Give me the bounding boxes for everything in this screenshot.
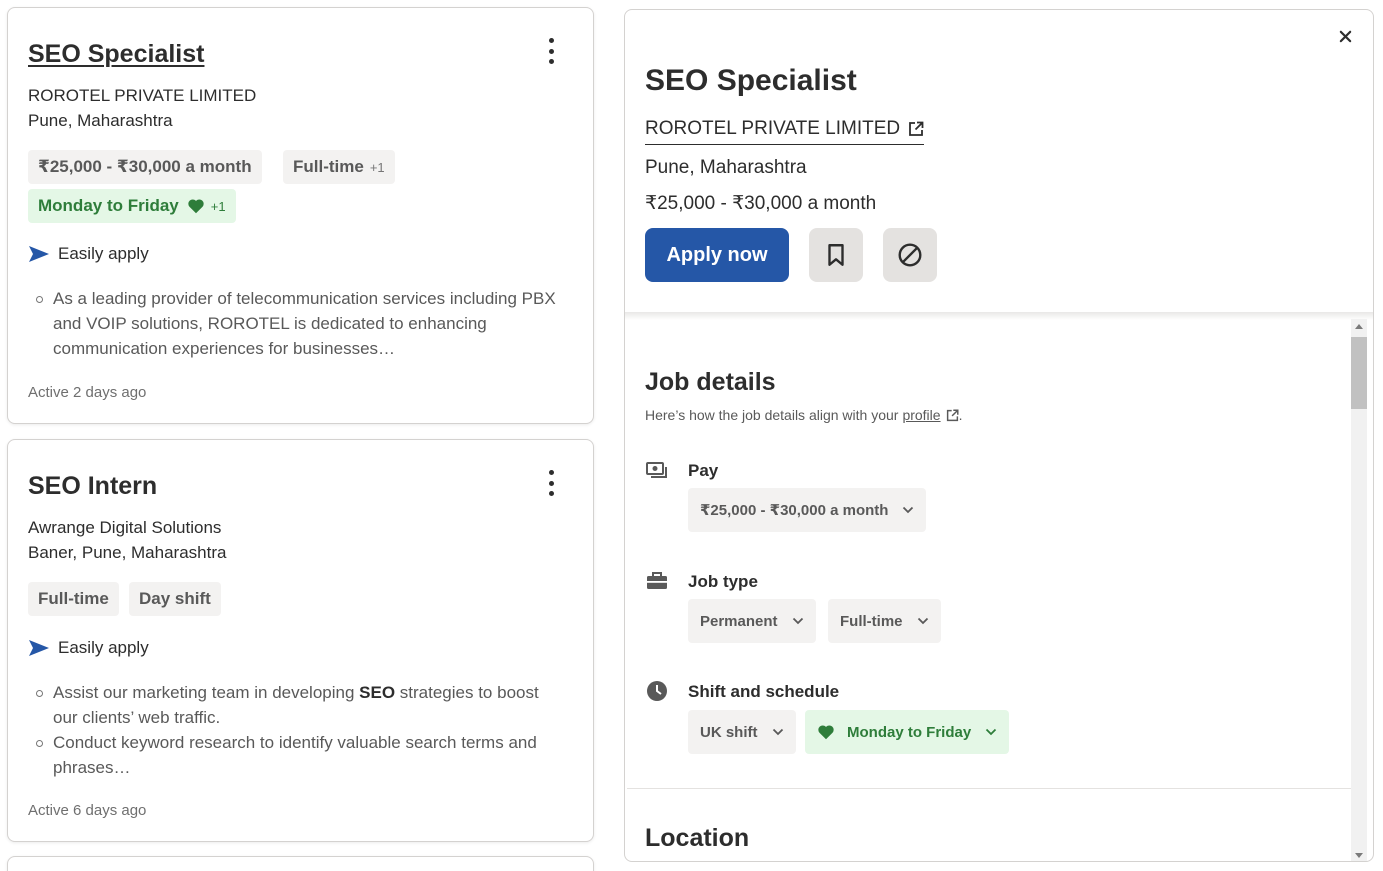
job-type-label: Job type	[688, 572, 758, 591]
schedule-chip-label: Monday to Friday	[38, 196, 179, 215]
job-details-subtitle-text: Here’s how the job details align with yo…	[645, 407, 899, 423]
job-card-location: Baner, Pune, Maharashtra	[28, 543, 227, 562]
scrollbar-thumb[interactable]	[1351, 337, 1367, 409]
external-link-icon	[946, 408, 959, 421]
profile-link-label: profile	[902, 407, 941, 423]
heart-icon	[188, 199, 204, 214]
scrollbar[interactable]	[1351, 319, 1367, 861]
scroll-down-arrow-icon[interactable]	[1355, 853, 1363, 858]
scroll-up-arrow-icon[interactable]	[1355, 324, 1363, 329]
section-divider	[627, 788, 1352, 789]
job-detail-panel: SEO Specialist ROROTEL PRIVATE LIMITED P…	[624, 9, 1374, 862]
detail-salary: ₹25,000 - ₹30,000 a month	[645, 193, 877, 214]
job-card-title[interactable]: SEO Specialist	[28, 40, 204, 69]
job-card-location: Pune, Maharashtra	[28, 111, 173, 130]
not-interested-button[interactable]	[883, 228, 937, 282]
chevron-down-icon	[986, 728, 997, 736]
briefcase-icon	[647, 572, 667, 589]
job-type-pill[interactable]: Permanent	[688, 599, 816, 643]
job-type-chip: Full-time	[28, 582, 119, 616]
clock-icon	[647, 681, 667, 701]
job-type-pill[interactable]: Full-time	[828, 599, 941, 643]
detail-scroll-region[interactable]: Job details Here’s how the job details a…	[625, 319, 1352, 861]
active-date: Active 2 days ago	[28, 384, 147, 401]
snippet-keyword: SEO	[359, 683, 396, 702]
shift-pill[interactable]: UK shift	[688, 710, 796, 754]
job-card-company: Awrange Digital Solutions	[28, 518, 222, 537]
job-type-chip-extra: +1	[369, 159, 385, 175]
chevron-down-icon	[792, 617, 803, 625]
easily-apply: Easily apply	[28, 638, 149, 658]
job-snippet: Assist our marketing team in developing …	[36, 680, 556, 780]
job-type-chip-label: Full-time	[293, 157, 364, 176]
salary-chip-label: ₹25,000 - ₹30,000 a month	[38, 157, 252, 176]
job-card-title[interactable]: SEO Intern	[28, 472, 157, 501]
profile-link[interactable]: profile	[902, 407, 959, 423]
save-job-button[interactable]	[809, 228, 863, 282]
schedule-chip-extra: +1	[210, 198, 226, 214]
apply-now-button[interactable]: Apply now	[645, 228, 789, 282]
job-details-subtitle-end: .	[958, 407, 963, 423]
shift-chip-label: Day shift	[139, 589, 211, 608]
shift-label: Shift and schedule	[688, 682, 840, 701]
schedule-pill[interactable]: Monday to Friday	[805, 710, 1010, 754]
chevron-down-icon	[903, 506, 914, 514]
schedule-pill-label: Monday to Friday	[847, 723, 972, 741]
location-heading: Location	[645, 824, 750, 852]
salary-chip: ₹25,000 - ₹30,000 a month	[28, 150, 262, 184]
shift-chip: Day shift	[129, 582, 221, 616]
pay-pill[interactable]: ₹25,000 - ₹30,000 a month	[688, 488, 927, 532]
chevron-down-icon	[917, 617, 928, 625]
snippet-item: Assist our marketing team in developing …	[36, 680, 556, 730]
job-type-chip-label: Full-time	[38, 589, 109, 608]
snippet-item: Conduct keyword research to identify val…	[36, 730, 556, 780]
detail-company-link[interactable]: ROROTEL PRIVATE LIMITED	[645, 118, 925, 145]
job-card-company: ROROTEL PRIVATE LIMITED	[28, 86, 257, 105]
kebab-menu-icon[interactable]	[539, 36, 563, 66]
detail-company-label: ROROTEL PRIVATE LIMITED	[645, 118, 901, 139]
bookmark-icon	[828, 244, 844, 266]
job-type-pill-label: Permanent	[700, 612, 778, 630]
snippet-item: As a leading provider of telecommunicati…	[36, 286, 556, 361]
heart-icon	[818, 725, 834, 740]
chevron-down-icon	[772, 728, 783, 736]
shift-pill-label: UK shift	[700, 723, 758, 741]
job-type-pill-label: Full-time	[840, 612, 903, 630]
snippet-text: Assist our marketing team in developing	[53, 683, 360, 702]
job-type-chip: Full-time +1	[283, 150, 395, 184]
external-link-icon	[909, 121, 924, 136]
active-date: Active 6 days ago	[28, 802, 147, 819]
job-details-heading: Job details	[645, 368, 776, 396]
job-snippet: As a leading provider of telecommunicati…	[36, 286, 556, 361]
easily-apply-label: Easily apply	[58, 638, 149, 657]
money-icon	[646, 462, 667, 478]
pay-pill-label: ₹25,000 - ₹30,000 a month	[700, 502, 889, 519]
send-arrow-icon	[29, 246, 49, 262]
pay-label: Pay	[688, 461, 719, 480]
job-card[interactable]: SEO Intern Awrange Digital Solutions Ban…	[7, 439, 594, 842]
detail-title: SEO Specialist	[645, 64, 857, 97]
job-card[interactable]	[7, 856, 594, 871]
schedule-chip: Monday to Friday +1	[28, 189, 236, 223]
block-icon	[898, 243, 922, 267]
detail-location: Pune, Maharashtra	[645, 157, 807, 178]
easily-apply-label: Easily apply	[58, 244, 149, 263]
job-details-subtitle: Here’s how the job details align with yo…	[645, 407, 962, 423]
close-icon[interactable]	[1335, 26, 1355, 46]
easily-apply: Easily apply	[28, 244, 149, 264]
kebab-menu-icon[interactable]	[539, 468, 563, 498]
send-arrow-icon	[29, 640, 49, 656]
job-card[interactable]: SEO Specialist ROROTEL PRIVATE LIMITED P…	[7, 7, 594, 424]
